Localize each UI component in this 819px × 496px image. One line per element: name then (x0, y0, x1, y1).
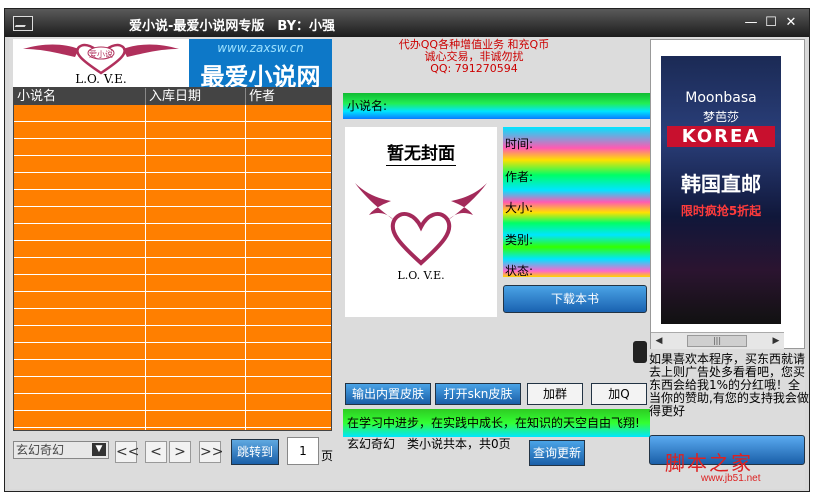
table-header: 小说名 入库日期 作者 (14, 88, 331, 105)
watermark-text: 脚本之家 (665, 451, 753, 475)
category-selected: 玄幻奇幻 (16, 443, 65, 457)
watermark-url: www.jb51.net (701, 473, 761, 484)
jump-button[interactable]: 跳转到 (231, 439, 279, 465)
ad-brand: Moonbasa (685, 90, 757, 106)
book-info-panel: 时间: 作者: 大小: 类别: 状态: (503, 127, 651, 278)
cover-title: 暂无封面 (345, 139, 497, 166)
winged-heart-icon (355, 183, 487, 266)
horizontal-scrollbar[interactable]: ◀ ||| ▶ (651, 332, 784, 349)
ad-panel[interactable]: Moonbasa 梦芭莎 KOREA 韩国直邮 限时疯抢5折起 ◀ ||| ▶ (650, 39, 805, 349)
scroll-left-icon[interactable]: ◀ (652, 334, 666, 348)
column-header-author[interactable]: 作者 (246, 88, 329, 105)
info-status-label: 状态: (505, 264, 534, 278)
join-group-button[interactable]: 加群 (527, 383, 583, 405)
download-book-button[interactable]: 下载本书 (503, 285, 647, 313)
window-title: 爱小说-最爱小说网专版 BY：小强 (129, 19, 336, 34)
info-time-label: 时间: (505, 137, 534, 151)
prev-page-button[interactable]: < (145, 441, 167, 463)
maximize-button[interactable]: ☐ (763, 15, 779, 31)
main-content: 爱小说 L.O. V.E. www.zaxsw.cn 最爱小说网 小说名 入库日… (9, 37, 809, 489)
book-cover: 暂无封面 L.O. V.E. (345, 127, 497, 317)
scroll-thumb[interactable]: ||| (687, 335, 747, 347)
panel-handle[interactable] (633, 341, 647, 363)
ad-direct: 韩国直邮 (681, 172, 761, 196)
novel-name-label: 小说名: (343, 93, 652, 119)
close-button[interactable]: ✕ (783, 15, 799, 31)
ad-brand-cn: 梦芭莎 (702, 110, 739, 124)
app-window: 爱小说-最爱小说网专版 BY：小强 — ☐ ✕ 爱小说 L.O. V.E. ww… (4, 8, 810, 492)
status-text: 玄幻奇幻 类小说共本，共0页 (347, 437, 511, 451)
promo-qq: QQ: 791270594 (430, 62, 518, 75)
app-icon[interactable] (13, 16, 33, 31)
category-select[interactable]: 玄幻奇幻 ▼ (13, 441, 109, 459)
ad-sale: 限时疯抢5折起 (680, 204, 762, 218)
love-logo: 爱小说 L.O. V.E. (13, 39, 189, 87)
support-note: 如果喜欢本程序，买东西就请去上则广告处多看看吧，您买东西会给我1%的分红哦！全当… (649, 352, 809, 418)
page-unit-label: 页 (321, 449, 334, 463)
export-skin-button[interactable]: 输出内置皮肤 (345, 383, 431, 405)
novel-list-table[interactable]: 小说名 入库日期 作者 (13, 87, 332, 431)
slogan-bar: 在学习中进步，在实践中成长，在知识的天空自由飞翔! (343, 409, 650, 437)
info-size-label: 大小: (505, 201, 534, 215)
page-input[interactable]: 1 (287, 437, 319, 465)
ad-banner[interactable]: Moonbasa 梦芭莎 KOREA 韩国直邮 限时疯抢5折起 (661, 56, 781, 324)
last-page-button[interactable]: >> (199, 441, 223, 463)
info-category-label: 类别: (505, 233, 534, 247)
minimize-button[interactable]: — (743, 15, 759, 31)
ad-korea: KOREA (667, 126, 775, 147)
banner-url: www.zaxsw.cn (217, 41, 304, 55)
scroll-right-icon[interactable]: ▶ (769, 334, 783, 348)
check-update-button[interactable]: 查询更新 (529, 440, 585, 466)
first-page-button[interactable]: << (115, 441, 139, 463)
promo-text: 代办QQ各种增值业务 和充Q币 诚心交易，非诚勿扰 QQ: 791270594 (349, 39, 599, 75)
column-divider (245, 105, 246, 430)
logo-text: L.O. V.E. (75, 72, 127, 86)
table-rows[interactable] (14, 105, 331, 430)
column-divider (145, 105, 146, 430)
info-author-label: 作者: (505, 170, 534, 184)
cover-love-text: L.O. V.E. (397, 269, 445, 282)
open-skin-button[interactable]: 打开skn皮肤 (435, 383, 521, 405)
site-banner[interactable]: www.zaxsw.cn 最爱小说网 (189, 39, 332, 91)
column-header-name[interactable]: 小说名 (14, 88, 146, 105)
logo-badge: 爱小说 (89, 50, 113, 59)
chevron-down-icon[interactable]: ▼ (92, 443, 106, 456)
add-qq-button[interactable]: 加Q (591, 383, 647, 405)
column-header-date[interactable]: 入库日期 (146, 88, 246, 105)
next-page-button[interactable]: > (169, 441, 191, 463)
title-bar[interactable]: 爱小说-最爱小说网专版 BY：小强 — ☐ ✕ (5, 9, 809, 37)
